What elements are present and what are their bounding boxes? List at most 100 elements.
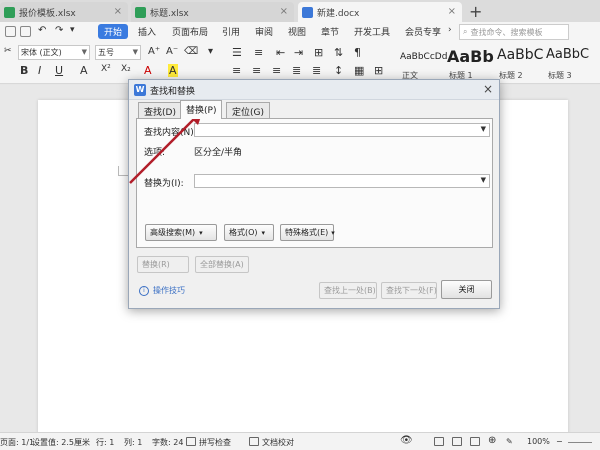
tab-new-docx[interactable]: 新建.docx × [298,2,462,22]
sort-icon[interactable]: ⇅ [334,46,343,59]
underline-button[interactable]: U [55,64,63,77]
replace-input[interactable]: ▼ [194,174,490,188]
doc-check-button[interactable]: 文档校对 [262,437,294,448]
close-icon[interactable]: × [114,6,122,17]
bullet-list-icon[interactable]: ☰ [232,46,242,59]
clear-format-icon[interactable]: ⌫ [184,46,198,57]
find-replace-dialog: W 查找和替换 × 查找(D) 替换(P) 定位(G) 查找内容(N): ▼ 选… [128,79,500,309]
indent-decrease-icon[interactable]: ⇤ [276,46,285,59]
save-icon[interactable] [5,26,16,37]
style-normal[interactable]: AaBbCcDd 正文 [398,44,447,82]
tab-goto[interactable]: 定位(G) [226,102,270,119]
format-button[interactable]: 格式(O) ▾ [224,224,274,241]
tab-find[interactable]: 查找(D) [138,102,182,119]
menu-member[interactable]: 会员专享 [405,25,441,38]
close-icon[interactable]: × [448,6,456,17]
menu-developer[interactable]: 开发工具 [354,25,390,38]
tab-label: 标题.xlsx [150,8,189,19]
redo-icon[interactable]: ↷ [55,25,63,36]
menu-insert[interactable]: 插入 [138,25,156,38]
style-name: 标题 3 [548,71,572,80]
find-previous-button[interactable]: 查找上一处(B) [319,282,377,299]
border-icon[interactable]: ⊞ [374,64,383,77]
web-view-icon[interactable]: ⊕ [488,435,496,446]
tips-link[interactable]: i 操作技巧 [139,285,185,296]
superscript-button[interactable]: X² [101,64,111,74]
chevron-right-icon[interactable]: › [448,25,452,35]
print-icon[interactable] [20,26,31,37]
page-view-icon[interactable] [434,437,444,446]
chinese-layout-icon[interactable]: ⊞ [314,46,323,59]
style-heading-2[interactable]: AaBbC 标题 2 [495,44,543,82]
eye-protection-icon[interactable]: 👁 [400,435,413,446]
align-right-icon[interactable]: ≡ [272,64,281,77]
menu-references[interactable]: 引用 [222,25,240,38]
shrink-font-icon[interactable]: A⁻ [166,46,178,57]
font-name-value: 宋体 (正文) [21,48,62,57]
chevron-down-icon[interactable]: ▼ [481,125,486,133]
margin-marker [118,166,128,176]
tab-title-xlsx[interactable]: 标题.xlsx × [131,2,294,22]
menu-chapter[interactable]: 章节 [321,25,339,38]
shading-icon[interactable]: ▦ [354,64,364,77]
menu-review[interactable]: 审阅 [255,25,273,38]
align-center-icon[interactable]: ≡ [252,64,261,77]
menu-view[interactable]: 视图 [288,25,306,38]
dialog-title-bar[interactable]: W 查找和替换 × [129,80,499,100]
chevron-down-icon: ▾ [331,228,335,237]
spellcheck-button[interactable]: 拼写检查 [199,437,231,448]
wps-writer-icon: W [134,84,146,96]
font-color-button[interactable]: A [144,64,152,77]
chevron-down-icon[interactable]: ▼ [481,176,486,184]
font-size-value: 五号 [98,48,114,57]
font-name-select[interactable]: 宋体 (正文) ▼ [18,45,90,60]
zoom-value[interactable]: 100% [527,437,550,446]
replace-button[interactable]: 替换(R) [137,256,189,273]
clipboard-icon[interactable]: ✂ [4,46,12,56]
menu-start[interactable]: 开始 [98,24,129,39]
zoom-out-button[interactable]: − [556,437,563,446]
align-left-icon[interactable]: ≡ [232,64,241,77]
advanced-search-button[interactable]: 高级搜索(M) ▾ [145,224,217,241]
outline-view-icon[interactable] [452,437,462,446]
style-heading-3[interactable]: AaBbC 标题 3 [544,44,598,82]
bold-button[interactable]: B [20,64,28,77]
page-count[interactable]: 页面: 1/1 [0,437,34,448]
menu-page-layout[interactable]: 页面布局 [172,25,208,38]
new-tab-icon[interactable]: + [469,2,482,21]
more-icon[interactable]: ▾ [70,25,75,35]
subscript-button[interactable]: X₂ [121,64,131,74]
show-marks-icon[interactable]: ¶ [354,46,361,59]
close-button[interactable]: 关闭 [441,280,492,299]
menu-row: ↶ ↷ ▾ 开始 插入 页面布局 引用 审阅 视图 章节 开发工具 会员专享 ›… [0,22,600,42]
settings-value[interactable]: 设置值: 2.5厘米 [32,437,90,448]
find-next-button[interactable]: 查找下一处(F) [381,282,437,299]
style-heading-1[interactable]: AaBb 标题 1 [445,44,494,82]
tab-label: 报价模板.xlsx [19,8,76,19]
replace-all-button[interactable]: 全部替换(A) [195,256,249,273]
tab-replace[interactable]: 替换(P) [180,100,223,119]
undo-icon[interactable]: ↶ [38,25,46,36]
edit-icon[interactable]: ✎ [506,437,513,446]
distributed-icon[interactable]: ≣ [312,64,321,77]
special-format-button[interactable]: 特殊格式(E) ▾ [280,224,335,241]
zoom-slider[interactable] [568,442,592,443]
indent-increase-icon[interactable]: ⇥ [294,46,303,59]
italic-button[interactable]: I [38,64,41,77]
font-color-icon[interactable]: ▾ [208,46,213,57]
justify-icon[interactable]: ≣ [292,64,301,77]
line-spacing-icon[interactable]: ↕ [334,64,343,77]
numbered-list-icon[interactable]: ≡ [254,46,263,59]
close-icon[interactable]: × [483,82,493,96]
options-label: 选项: [144,148,166,158]
close-icon[interactable]: × [280,6,288,17]
tab-quote-template[interactable]: 报价模板.xlsx × [0,2,128,22]
command-search-input[interactable]: ⌕ 查找命令、搜索模板 [459,24,569,40]
font-size-select[interactable]: 五号 ▼ [95,45,141,60]
word-count[interactable]: 字数: 24 [152,437,183,448]
grow-font-icon[interactable]: A⁺ [148,46,160,57]
find-input[interactable]: ▼ [194,123,490,137]
highlight-button[interactable]: A [168,64,178,77]
reading-view-icon[interactable] [470,437,480,446]
strikethrough-button[interactable]: A [80,64,88,77]
